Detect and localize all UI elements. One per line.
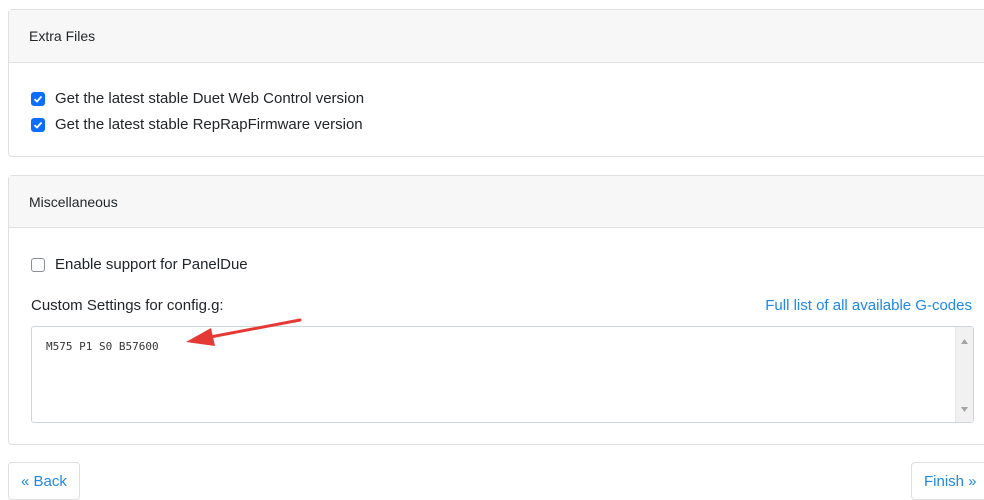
gcodes-link[interactable]: Full list of all available G-codes: [765, 297, 972, 314]
dwc-checkbox-label: Get the latest stable Duet Web Control v…: [55, 90, 365, 107]
miscellaneous-card: Miscellaneous Enable support for PanelDu…: [8, 175, 984, 445]
back-button[interactable]: « Back: [8, 462, 80, 500]
paneldue-checkbox[interactable]: [31, 257, 45, 272]
checkmark-icon: [33, 95, 43, 103]
miscellaneous-header: Miscellaneous: [9, 176, 984, 228]
custom-settings-textarea[interactable]: M575 P1 S0 B57600: [31, 326, 974, 423]
extra-files-card: Extra Files Get the latest stable Duet W…: [8, 9, 984, 157]
paneldue-checkbox-label: Enable support for PanelDue: [55, 256, 248, 273]
checkmark-icon: [33, 121, 43, 129]
scroll-arrows-icon: [961, 339, 968, 412]
dwc-checkbox[interactable]: [31, 91, 45, 106]
miscellaneous-title: Miscellaneous: [29, 193, 118, 210]
paneldue-checkbox-row[interactable]: Enable support for PanelDue: [31, 256, 248, 273]
finish-button-label: Finish »: [924, 472, 977, 490]
finish-button[interactable]: Finish »: [911, 462, 984, 500]
dwc-checkbox-row[interactable]: Get the latest stable Duet Web Control v…: [31, 90, 364, 107]
rrf-checkbox[interactable]: [31, 117, 45, 132]
rrf-checkbox-row[interactable]: Get the latest stable RepRapFirmware ver…: [31, 116, 363, 133]
custom-settings-value[interactable]: M575 P1 S0 B57600: [46, 340, 159, 353]
extra-files-header: Extra Files: [9, 10, 984, 63]
rrf-checkbox-label: Get the latest stable RepRapFirmware ver…: [55, 116, 363, 133]
extra-files-title: Extra Files: [29, 28, 96, 44]
custom-settings-label: Custom Settings for config.g:: [31, 297, 224, 314]
textarea-scrollbar[interactable]: [955, 327, 973, 422]
back-button-label: « Back: [21, 472, 67, 490]
